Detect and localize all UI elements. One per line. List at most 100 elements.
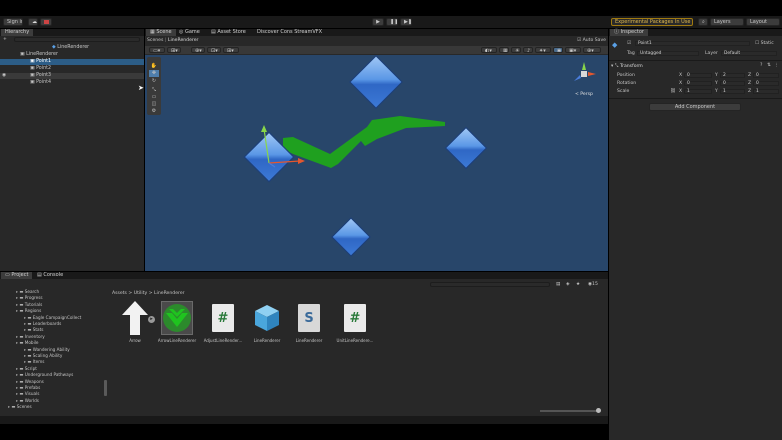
position-x-field[interactable]: 0 [684, 73, 712, 78]
draw-mode-button[interactable]: ▭▾ [149, 47, 165, 53]
rotation-y-field[interactable]: 0 [720, 81, 745, 86]
scale-z-field[interactable]: 1 [753, 89, 779, 94]
asset-item[interactable]: # AdjustLineRender... [202, 302, 244, 343]
effects-toggle[interactable]: ✦▾ [535, 47, 551, 53]
orientation-gizmo[interactable] [569, 59, 599, 89]
scale-link-icon[interactable]: ⛓ [670, 89, 676, 94]
folder-tree-item[interactable]: ▸ ▬ Scaling Ability [0, 353, 104, 359]
scale-y-field[interactable]: 1 [720, 89, 745, 94]
collab-button[interactable] [40, 18, 52, 26]
gizmos-button[interactable]: ⊕▾ [583, 47, 601, 53]
position-z-field[interactable]: 0 [753, 73, 779, 78]
scene-viewport[interactable]: ✋ ✥ ↻ ⤡ ▭ ◫ ⚙ < Persp [145, 55, 608, 271]
packages-dropdown[interactable]: Experimental Packages In Use [611, 18, 693, 26]
tab-console[interactable]: ▤ Console [33, 272, 67, 279]
asset-item[interactable]: # UnitLineRendere... [334, 302, 376, 343]
position-y-field[interactable]: 2 [720, 73, 745, 78]
favorite-icon[interactable]: ★ [576, 282, 580, 287]
folder-tree-item[interactable]: ▸ ▬ Tutorials [0, 302, 104, 308]
folder-tree-item[interactable]: ▸ ▬ Items [0, 359, 104, 365]
tab-inspector[interactable]: ⓘ Inspector [610, 29, 648, 36]
scene-root[interactable]: ◆ LineRenderer [0, 45, 144, 51]
add-component-button[interactable]: Add Component [649, 103, 741, 111]
project-search-input[interactable] [430, 282, 550, 287]
play-button[interactable]: ▶ [372, 18, 384, 26]
increment-button[interactable]: ⊞▾ [223, 47, 239, 53]
asset-item[interactable]: LineRenderer [246, 302, 288, 343]
folder-tree-item[interactable]: ▸ ▬ Script [0, 366, 104, 372]
move-gizmo[interactable] [245, 123, 315, 173]
breadcrumb-scenes[interactable]: Scenes [147, 38, 163, 43]
presets-icon[interactable]: ⇅ [767, 63, 771, 68]
hierarchy-add-button[interactable]: + [3, 37, 7, 42]
rotation-z-field[interactable]: 0 [753, 81, 779, 86]
audio-toggle[interactable]: ♪ [523, 47, 533, 53]
tab-asset-store[interactable]: ▤ Asset Store [207, 29, 250, 36]
folder-tree-item[interactable]: ▸ ▬ Worlds [0, 398, 104, 404]
expand-icon[interactable]: ▸ [148, 316, 155, 323]
project-breadcrumb[interactable]: Assets > Utility > LineRenderer [112, 291, 185, 296]
pivot-button[interactable]: ⊕▾ [191, 47, 205, 53]
hierarchy-item-point4[interactable]: ▣ Point4 [0, 80, 144, 86]
search-button[interactable]: ⌕ [698, 18, 708, 26]
tab-hierarchy[interactable]: Hierarchy [1, 29, 34, 36]
pause-button[interactable]: ❚❚ [386, 18, 398, 26]
2d-toggle[interactable]: ▦ [499, 47, 509, 53]
layers-dropdown[interactable]: Layers [710, 18, 744, 26]
visibility-icon[interactable]: ◉ [2, 73, 6, 79]
folder-tree-scrollbar[interactable] [104, 380, 107, 396]
object-name-field[interactable]: Point1 [635, 41, 750, 46]
asset-item[interactable]: ArrowLineRenderer [156, 301, 198, 343]
breadcrumb-linerenderer[interactable]: LineRenderer [168, 38, 199, 43]
persp-label[interactable]: < Persp [575, 92, 593, 97]
folder-tree-item[interactable]: ▸ ▬ Mobile [0, 340, 104, 346]
auto-save-toggle[interactable]: ☑ Auto Save [577, 38, 606, 43]
folder-tree-item[interactable]: ▸ ▬ Visuals [0, 391, 104, 397]
layer-dropdown[interactable]: Default [721, 51, 777, 56]
rotation-x-field[interactable]: 0 [684, 81, 712, 86]
tag-dropdown[interactable]: Untagged [637, 51, 699, 56]
static-toggle[interactable]: ☐ Static [755, 41, 774, 46]
hierarchy-item-point1[interactable]: ▣ Point1 [0, 59, 144, 65]
folder-tree-item[interactable]: ▸ ▬ Leaderboards [0, 321, 104, 327]
active-checkbox[interactable]: ☑ [627, 41, 631, 46]
tab-scene[interactable]: ▦ Scene [146, 29, 176, 36]
folder-tree-item[interactable]: ▸ ▬ Weapons [0, 379, 104, 385]
asset-item[interactable]: ▸ Arrow [114, 301, 156, 343]
shading-button[interactable]: ◐▾ [481, 47, 497, 53]
hierarchy-item-point2[interactable]: ▣ Point2 [0, 66, 144, 72]
step-button[interactable]: ▶❚ [400, 18, 412, 26]
lighting-toggle[interactable]: ☀ [511, 47, 521, 53]
visibility-toggle[interactable]: ◉ [553, 47, 563, 53]
tab-discover[interactable]: Discover Cons StreamVFX [253, 29, 326, 36]
folder-tree-item[interactable]: ▸ ▬ Wandering Ability [0, 347, 104, 353]
folder-tree-item[interactable]: ▸ ▬ Scenes [0, 404, 104, 410]
tab-project[interactable]: ▭ Project [1, 272, 33, 279]
asset-item[interactable]: S LineRenderer [288, 302, 330, 343]
account-button[interactable]: Sign in [3, 18, 23, 26]
cloud-button[interactable]: ☁ [28, 18, 38, 26]
zoom-slider-handle[interactable] [596, 408, 601, 413]
label-icon[interactable]: ◈ [566, 282, 570, 287]
folder-tree-item[interactable]: ▸ ▬ Underground Pathways [0, 372, 104, 378]
transform-header[interactable]: ▾ ⤡ Transform ? ⇅ ⋮ [611, 63, 780, 69]
layout-dropdown[interactable]: Layout [746, 18, 780, 26]
folder-tree-item[interactable]: ▸ ▬ Search [0, 289, 104, 295]
hierarchy-item-point3[interactable]: ◉ ▣ Point3 [0, 73, 144, 79]
snap-button[interactable]: ⊡▾ [207, 47, 221, 53]
folder-tree-item[interactable]: ▸ ▬ Regions [0, 308, 104, 314]
grid-button[interactable]: ⊞▾ [167, 47, 181, 53]
more-icon[interactable]: ⋮ [774, 63, 779, 68]
hierarchy-item-linerenderer[interactable]: ▣ LineRenderer [0, 52, 144, 58]
folder-tree-item[interactable]: ▸ ▬ Prefabs [0, 385, 104, 391]
folder-tree-item[interactable]: ▸ ▬ Progress [0, 295, 104, 301]
folder-tree-item[interactable]: ▸ ▬ Stats [0, 327, 104, 333]
filter-icon[interactable]: ▤ [556, 282, 560, 287]
zoom-slider[interactable] [540, 408, 601, 413]
folder-tree-item[interactable]: ▸ ▬ Eagle CampaignCollect [0, 315, 104, 321]
tab-game[interactable]: ◎ Game [175, 29, 204, 36]
help-icon[interactable]: ? [760, 63, 762, 68]
hierarchy-search-input[interactable] [14, 37, 140, 42]
camera-button[interactable]: ▣▾ [565, 47, 581, 53]
folder-tree-item[interactable]: ▸ ▬ Inventory [0, 334, 104, 340]
